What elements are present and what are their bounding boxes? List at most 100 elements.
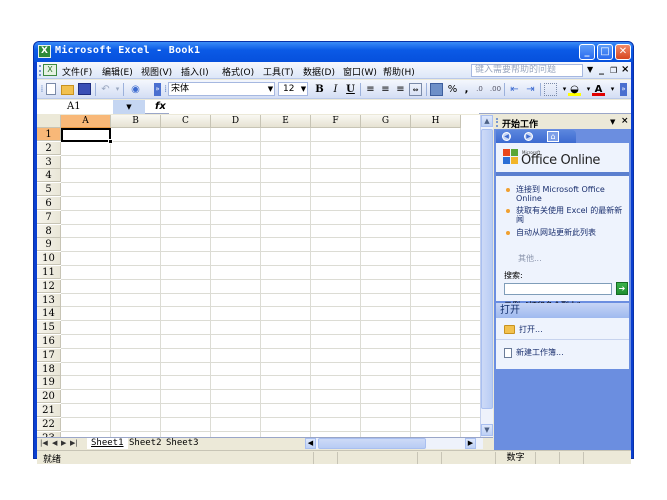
title-bar[interactable]: X Microsoft Excel - Book1 _ □ ✕ — [34, 42, 633, 62]
back-arrow-icon[interactable]: ◀ — [502, 132, 511, 141]
task-pane-close-icon[interactable]: × — [621, 116, 629, 126]
toolbar-grip-handle[interactable]: ⁞ — [40, 83, 44, 96]
open-folder-icon[interactable] — [61, 85, 74, 95]
row-header-2[interactable]: 2 — [37, 141, 61, 155]
workbook-doc-icon[interactable]: X — [43, 64, 57, 76]
scroll-down-arrow-icon[interactable]: ▼ — [481, 424, 493, 436]
column-header-b[interactable]: B — [111, 115, 161, 128]
decrease-decimal-icon[interactable]: .00 — [489, 83, 502, 96]
horizontal-scrollbar[interactable]: ◀ ▶ — [305, 438, 483, 449]
scroll-left-arrow-icon[interactable]: ◀ — [305, 438, 316, 449]
excel-app-icon[interactable]: X — [38, 45, 51, 58]
toolbar-options-chevron-icon[interactable]: » — [154, 83, 161, 96]
fill-handle[interactable] — [108, 139, 113, 144]
row-header-18[interactable]: 18 — [37, 362, 61, 376]
row-header-3[interactable]: 3 — [37, 155, 61, 169]
row-header-20[interactable]: 20 — [37, 390, 61, 404]
row-header-9[interactable]: 9 — [37, 238, 61, 252]
menu-insert[interactable]: 插入(I) — [181, 65, 209, 78]
menu-help[interactable]: 帮助(H) — [383, 65, 415, 78]
font-color-icon[interactable]: A — [592, 83, 605, 96]
row-header-8[interactable]: 8 — [37, 224, 61, 238]
row-header-1[interactable]: 1 — [37, 128, 61, 141]
help-icon[interactable]: ◉ — [129, 83, 142, 96]
open-file-action[interactable]: 打开... — [504, 324, 543, 335]
workbook-restore-button[interactable]: ❐ — [610, 66, 617, 75]
row-header-14[interactable]: 14 — [37, 307, 61, 321]
home-icon[interactable]: ⌂ — [547, 131, 559, 142]
formula-input[interactable] — [169, 100, 479, 114]
last-sheet-icon[interactable]: ▶| — [70, 439, 78, 447]
row-header-16[interactable]: 16 — [37, 335, 61, 348]
borders-icon[interactable] — [544, 83, 557, 96]
font-name-dropdown-icon[interactable]: ▼ — [266, 82, 275, 96]
vertical-scroll-thumb[interactable] — [481, 129, 493, 409]
row-header-11[interactable]: 11 — [37, 266, 61, 279]
prev-sheet-icon[interactable]: ◀ — [52, 439, 57, 447]
save-icon[interactable] — [78, 83, 91, 95]
link-latest-news[interactable]: 获取有关使用 Excel 的最新新闻 — [516, 206, 626, 224]
select-all-corner[interactable] — [37, 115, 61, 128]
sheet-tab-sheet3[interactable]: Sheet3 — [162, 438, 203, 449]
row-header-13[interactable]: 13 — [37, 293, 61, 307]
column-header-g[interactable]: G — [361, 115, 411, 128]
column-header-e[interactable]: E — [261, 115, 311, 128]
vertical-scrollbar[interactable]: ▲ ▼ — [480, 115, 493, 437]
row-header-12[interactable]: 12 — [37, 279, 61, 293]
column-header-a[interactable]: A — [61, 115, 111, 128]
minimize-button[interactable]: _ — [579, 44, 595, 60]
align-center-icon[interactable]: ≡ — [379, 83, 392, 96]
first-sheet-icon[interactable]: |◀ — [40, 439, 48, 447]
row-header-10[interactable]: 10 — [37, 252, 61, 266]
menu-file[interactable]: 文件(F) — [62, 65, 92, 78]
toolbar-options-chevron-icon[interactable]: » — [620, 83, 627, 96]
help-dropdown-arrow-icon[interactable]: ▼ — [587, 65, 593, 74]
open-file-label[interactable]: 打开... — [519, 325, 543, 334]
insert-function-icon[interactable]: fx — [155, 100, 166, 114]
active-cell-a1[interactable] — [61, 128, 111, 142]
column-header-h[interactable]: H — [411, 115, 461, 128]
menu-edit[interactable]: 编辑(E) — [102, 65, 133, 78]
sheet-tab-sheet2[interactable]: Sheet2 — [125, 438, 166, 449]
align-left-icon[interactable]: ≡ — [364, 83, 377, 96]
spreadsheet-grid[interactable]: A B C D E F G H 1 2 3 4 5 6 7 8 9 10 11 12 13 14 15 16 17 18 19 20 2… — [37, 115, 480, 437]
menu-format[interactable]: 格式(O) — [222, 65, 254, 78]
office-online-brand[interactable]: Office Online — [521, 153, 600, 168]
forward-arrow-icon[interactable]: ▶ — [524, 132, 533, 141]
new-document-icon[interactable] — [46, 83, 56, 95]
font-color-dropdown-icon[interactable]: ▾ — [606, 83, 619, 96]
increase-decimal-icon[interactable]: .0 — [473, 83, 486, 96]
column-header-c[interactable]: C — [161, 115, 211, 128]
underline-button[interactable]: U — [344, 83, 357, 96]
workbook-minimize-button[interactable]: _ — [599, 64, 604, 75]
link-auto-update-list[interactable]: 自动从网站更新此列表 — [516, 228, 626, 237]
row-header-22[interactable]: 22 — [37, 417, 61, 431]
search-go-arrow-icon[interactable]: ➔ — [616, 282, 628, 295]
new-workbook-action[interactable]: 新建工作簿... — [504, 347, 564, 358]
task-pane-menu-dropdown-icon[interactable]: ▼ — [610, 118, 615, 126]
row-header-5[interactable]: 5 — [37, 183, 61, 197]
row-header-4[interactable]: 4 — [37, 169, 61, 183]
increase-indent-icon[interactable]: ⇥ — [524, 83, 537, 96]
row-header-6[interactable]: 6 — [37, 197, 61, 210]
decrease-indent-icon[interactable]: ⇤ — [508, 83, 521, 96]
scroll-up-arrow-icon[interactable]: ▲ — [481, 115, 493, 127]
column-header-f[interactable]: F — [311, 115, 361, 128]
font-size-dropdown-icon[interactable]: ▼ — [299, 82, 308, 96]
menubar-grip-handle[interactable] — [39, 65, 41, 76]
link-more[interactable]: 其他... — [518, 253, 542, 264]
align-right-icon[interactable]: ≡ — [394, 83, 407, 96]
currency-style-icon[interactable] — [430, 83, 443, 96]
link-connect-office-online[interactable]: 连接到 Microsoft Office Online — [516, 185, 626, 203]
row-header-21[interactable]: 21 — [37, 404, 61, 417]
toolbar-grip-handle[interactable]: ⁞ — [164, 83, 167, 96]
help-question-input[interactable]: 键入需要帮助的问题 — [471, 64, 583, 77]
new-workbook-label[interactable]: 新建工作簿... — [516, 348, 564, 357]
fill-color-icon[interactable]: ◒ — [568, 83, 581, 96]
menu-view[interactable]: 视图(V) — [141, 65, 172, 78]
next-sheet-icon[interactable]: ▶ — [61, 439, 66, 447]
italic-button[interactable]: I — [329, 83, 342, 96]
menu-tools[interactable]: 工具(T) — [263, 65, 294, 78]
column-header-d[interactable]: D — [211, 115, 261, 128]
task-pane-grip-handle[interactable] — [496, 118, 498, 127]
